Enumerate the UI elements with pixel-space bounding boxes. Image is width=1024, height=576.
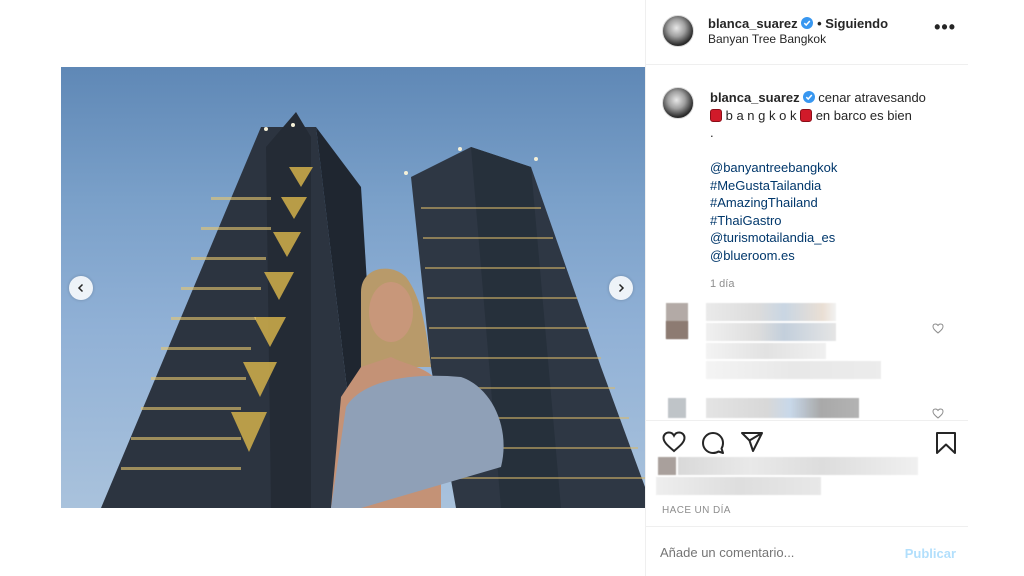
likes-avatar-blurred — [658, 457, 676, 475]
caption-text: blanca_suarez cenar atravesando b a n g … — [710, 89, 960, 264]
caption-tag[interactable]: #AmazingThailand — [710, 194, 960, 212]
caption-username[interactable]: blanca_suarez — [710, 90, 800, 105]
comment-text-blurred — [706, 398, 859, 418]
post-actions: HACE UN DÍA — [646, 420, 968, 530]
header-username[interactable]: blanca_suarez — [708, 16, 798, 31]
caption-avatar[interactable] — [662, 87, 694, 119]
comment-text-blurred — [706, 303, 836, 321]
caption-tag[interactable]: @blueroom.es — [710, 247, 960, 265]
verified-badge-icon — [802, 91, 815, 103]
caption-line-2: en barco es bien — [815, 107, 912, 123]
more-options-button[interactable]: ••• — [934, 18, 956, 36]
comment-input[interactable] — [660, 545, 880, 560]
caption-line-1: cenar atravesando — [818, 90, 926, 105]
caption-tag[interactable]: #MeGustaTailandia — [710, 177, 960, 195]
post-side-panel: blanca_suarez • Siguiendo Banyan Tree Ba… — [645, 0, 968, 576]
publish-button[interactable]: Publicar — [905, 546, 956, 561]
chevron-left-icon — [77, 283, 84, 293]
heart-icon[interactable] — [932, 408, 944, 419]
caption-tag[interactable]: @banyantreebangkok — [710, 159, 960, 177]
comment-text-blurred — [706, 343, 826, 359]
comment-avatar-blurred — [668, 398, 686, 418]
likes-text-blurred — [656, 477, 821, 495]
comment-text-blurred — [706, 323, 836, 341]
post-photo[interactable] — [61, 67, 645, 508]
caption-line-3: . — [710, 125, 714, 140]
heart-icon[interactable] — [932, 323, 944, 334]
caption-bangkok: b a n g k o k — [725, 107, 797, 123]
follow-status[interactable]: • Siguiendo — [817, 16, 888, 31]
likes-text-blurred — [678, 457, 918, 475]
photo-illustration — [101, 112, 645, 508]
comment-text-blurred — [706, 361, 881, 379]
heart-icon[interactable] — [662, 431, 686, 453]
next-photo-button[interactable] — [609, 276, 633, 300]
share-icon[interactable] — [740, 431, 764, 453]
chevron-right-icon — [618, 283, 625, 293]
comment-icon[interactable] — [701, 431, 725, 455]
bookmark-icon[interactable] — [935, 431, 957, 455]
comment-avatar-blurred — [666, 321, 688, 339]
previous-photo-button[interactable] — [69, 276, 93, 300]
caption-time: 1 día — [710, 278, 735, 290]
post-header: blanca_suarez • Siguiendo Banyan Tree Ba… — [646, 0, 968, 65]
location-link[interactable]: Banyan Tree Bangkok — [708, 32, 826, 46]
comment-form: Publicar — [646, 526, 968, 576]
stop-sign-emoji-icon — [800, 108, 813, 122]
avatar[interactable] — [662, 15, 694, 47]
verified-badge-icon — [800, 17, 813, 29]
post-date[interactable]: HACE UN DÍA — [662, 505, 731, 516]
caption-section: blanca_suarez cenar atravesando b a n g … — [646, 65, 968, 420]
stop-sign-emoji-icon — [710, 108, 722, 122]
caption-tag[interactable]: #ThaiGastro — [710, 212, 960, 230]
header-user-line: blanca_suarez • Siguiendo — [708, 15, 888, 33]
caption-tag[interactable]: @turismotailandia_es — [710, 229, 960, 247]
